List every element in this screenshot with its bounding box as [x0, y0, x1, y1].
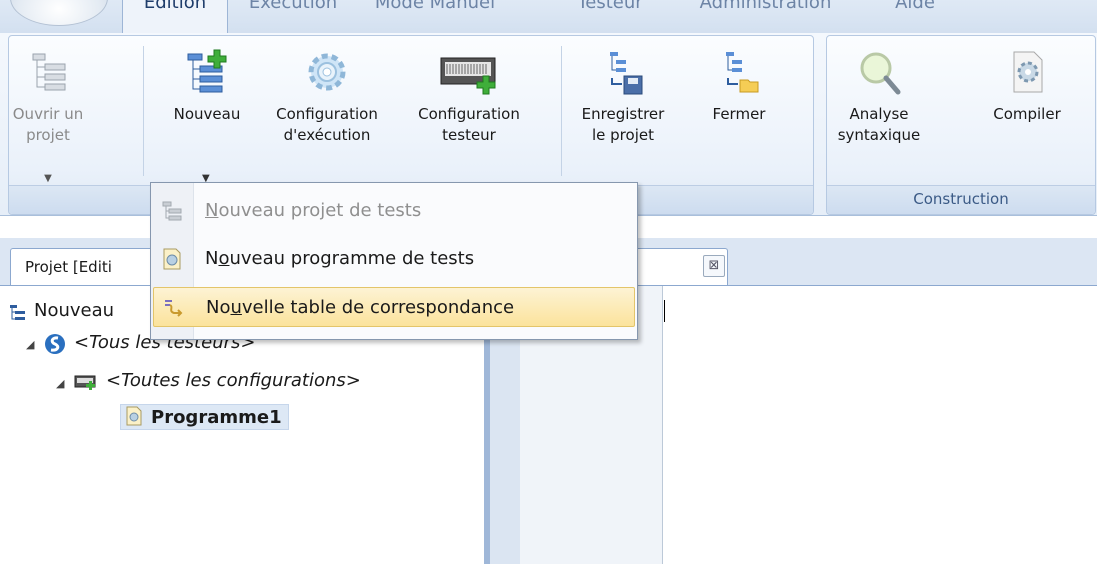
code-editor[interactable] [663, 286, 1097, 564]
close-document-icon[interactable]: ⊠ [703, 255, 725, 277]
expand-triangle-icon[interactable]: ◢ [26, 338, 34, 351]
tester-config-small-icon [74, 375, 96, 390]
new-project-icon [187, 49, 227, 93]
save-project-button[interactable]: Enregistrer le projet [567, 48, 679, 146]
tester-config-label-2: testeur [442, 126, 496, 144]
ribbon-tab-strip: Edition Exécution Mode Manuel Testeur Ad… [0, 0, 1097, 35]
compile-button[interactable]: Compiler [977, 48, 1077, 125]
menu-item-label: Nouvelle table de correspondance [206, 297, 515, 318]
open-project-tree-icon [32, 53, 66, 91]
mapping-table-icon [165, 300, 183, 317]
tab-help[interactable]: Aide [880, 0, 950, 24]
menu-item-label: Nouveau projet de tests [205, 200, 422, 221]
close-project-icon [726, 52, 759, 93]
close-label: Fermer [712, 105, 766, 123]
open-project-label-2: projet [26, 126, 70, 144]
tab-project-panel[interactable]: Projet [Editi [10, 248, 160, 285]
tab-edition[interactable]: Edition [122, 0, 228, 35]
project-tree-icon [162, 201, 182, 221]
tab-execution[interactable]: Exécution [238, 0, 348, 24]
tester-device-icon [440, 57, 496, 95]
expand-triangle-icon[interactable]: ◢ [56, 377, 64, 390]
open-project-label-1: Ouvrir un [12, 105, 84, 123]
testers-globe-icon [45, 334, 65, 354]
text-caret [664, 300, 665, 322]
menu-item-new-test-program[interactable]: Nouveau programme de tests [153, 239, 635, 279]
menu-item-label: Nouveau programme de tests [205, 248, 475, 269]
ribbon-separator [143, 46, 144, 176]
save-project-label-2: le projet [592, 126, 654, 144]
program-icon [126, 406, 142, 426]
open-project-button[interactable]: Ouvrir un projet ▼ [9, 48, 87, 189]
program-label: Programme1 [151, 407, 282, 428]
menu-item-new-mapping-table[interactable]: Nouvelle table de correspondance [153, 287, 635, 327]
new-button[interactable]: Nouveau ▼ [157, 48, 257, 184]
ribbon-separator [561, 46, 562, 176]
application-menu-button[interactable] [10, 0, 108, 26]
close-project-button[interactable]: Fermer [699, 48, 779, 125]
save-project-label-1: Enregistrer [581, 105, 665, 123]
tree-node-configurations[interactable]: <Toutes les configurations> [106, 370, 361, 391]
tree-node-program[interactable]: Programme1 [120, 404, 289, 430]
gear-icon [308, 53, 346, 91]
ribbon-group-construction: Analyse syntaxique Compiler Construction [826, 35, 1096, 215]
compile-icon [1013, 51, 1043, 93]
syntax-label-2: syntaxique [837, 126, 921, 144]
tab-manual-mode[interactable]: Mode Manuel [360, 0, 510, 24]
tester-config-label-1: Configuration [418, 105, 520, 123]
tab-administration[interactable]: Administration [683, 0, 848, 24]
save-project-icon [610, 52, 643, 95]
syntax-label-1: Analyse [849, 105, 909, 123]
execution-config-button[interactable]: Configuration d'exécution [265, 48, 389, 146]
project-tree-icon [10, 305, 25, 320]
program-icon [163, 248, 181, 270]
magnifier-icon [860, 52, 901, 95]
compile-label: Compiler [993, 105, 1061, 123]
tab-tester[interactable]: Testeur [560, 0, 660, 24]
menu-item-new-test-project[interactable]: Nouveau projet de tests [153, 191, 635, 231]
new-label: Nouveau [173, 105, 241, 123]
exec-config-label-2: d'exécution [283, 126, 371, 144]
syntax-analysis-button[interactable]: Analyse syntaxique [829, 48, 929, 146]
tester-config-button[interactable]: Configuration testeur [407, 48, 531, 146]
tree-node-root[interactable]: Nouveau [34, 300, 114, 321]
exec-config-label-1: Configuration [276, 105, 378, 123]
ribbon-group-label-construction: Construction [827, 185, 1095, 214]
new-dropdown-menu: Nouveau projet de tests Nouveau programm… [150, 182, 638, 340]
